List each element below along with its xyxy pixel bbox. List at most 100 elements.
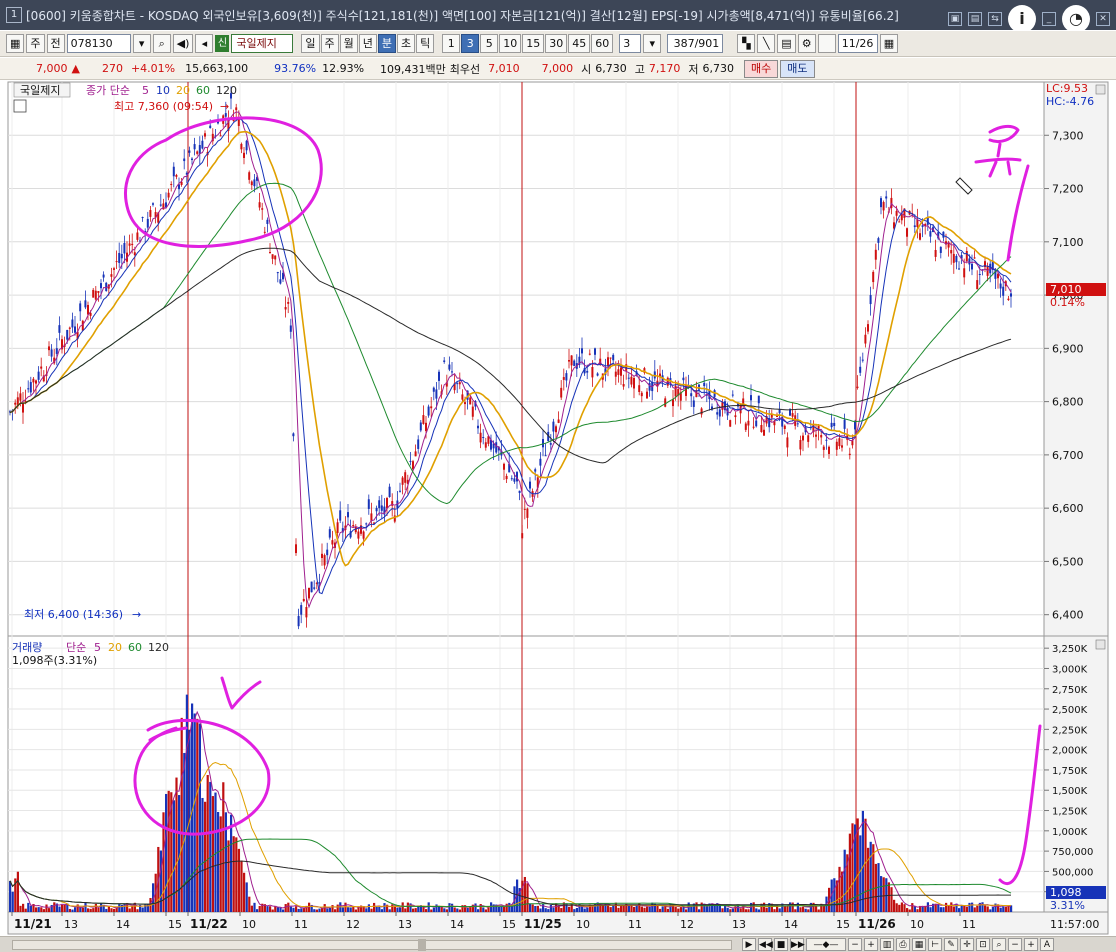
chevron-down-icon[interactable]: ▾: [132, 34, 151, 53]
indicator-icon[interactable]: ▚: [737, 34, 756, 53]
layout-icon[interactable]: ▤: [968, 12, 982, 26]
speaker-icon[interactable]: ◀): [172, 34, 194, 53]
volume-bar: [737, 905, 740, 912]
text-icon[interactable]: A: [1040, 938, 1054, 951]
info-icon[interactable]: i: [1008, 5, 1036, 33]
minimize-icon[interactable]: _: [1042, 12, 1056, 26]
zoom-slider[interactable]: —◆—: [806, 938, 846, 951]
period-button-1[interactable]: 주: [320, 34, 339, 53]
volume-bar: [755, 908, 758, 912]
buy-button[interactable]: 매수: [744, 59, 779, 78]
print-icon[interactable]: ⎙: [896, 938, 910, 951]
candle-body: [74, 326, 76, 333]
price-panel[interactable]: [7, 81, 1045, 637]
volume-bar: [141, 907, 144, 912]
candle-body: [258, 202, 261, 208]
candle-body: [955, 255, 958, 263]
interval-button-3[interactable]: 3: [461, 34, 480, 53]
clock-icon[interactable]: ◔: [1062, 5, 1090, 33]
period-button-3[interactable]: 년: [358, 34, 377, 53]
time-tick-label: 11/21: [14, 917, 52, 931]
pin-icon[interactable]: ▣: [948, 12, 962, 26]
period-button-4[interactable]: 분: [377, 34, 397, 53]
data-table-icon[interactable]: [13, 99, 27, 113]
volume-bar: [627, 905, 630, 912]
interval-button-5[interactable]: 5: [480, 34, 499, 53]
lock-icon[interactable]: ⊡: [976, 938, 990, 951]
volume-bar: [466, 907, 469, 912]
period-button-2[interactable]: 월: [339, 34, 358, 53]
layout-icon-bottom[interactable]: ▥: [880, 938, 894, 951]
interval-button-10[interactable]: 10: [499, 34, 522, 53]
scroll-thumb[interactable]: [418, 939, 426, 951]
link-icon[interactable]: ⇆: [988, 12, 1002, 26]
settings-icon[interactable]: ⚙: [797, 34, 816, 53]
volume-bar: [963, 905, 966, 912]
chart-area[interactable]: 7,3007,2007,1007,0006,9006,8006,7006,600…: [0, 80, 1116, 936]
interval-button-30[interactable]: 30: [545, 34, 568, 53]
trade-volume: 15,663,100: [185, 62, 249, 75]
zoom-out-icon[interactable]: −: [848, 938, 862, 951]
candle-body: [362, 531, 365, 539]
candle-body: [22, 402, 24, 413]
date-checkbox[interactable]: [817, 34, 836, 53]
draw-tool-icon[interactable]: ╲: [757, 34, 776, 53]
crosshair-icon[interactable]: ✛: [960, 938, 974, 951]
volume-bar: [326, 908, 329, 912]
interval-button-15[interactable]: 15: [522, 34, 545, 53]
ruler-icon[interactable]: ⊢: [928, 938, 942, 951]
play-icon[interactable]: ▶: [742, 938, 756, 951]
stock-name-field[interactable]: 국일제지: [231, 34, 294, 53]
candle-body: [261, 208, 264, 210]
sell-button[interactable]: 매도: [780, 59, 815, 78]
interval-dropdown-icon[interactable]: ▾: [643, 34, 662, 53]
arrow-left-icon[interactable]: ◂: [195, 34, 214, 53]
plus-icon[interactable]: +: [1024, 938, 1038, 951]
best-ask-price: 7,010: [488, 62, 520, 75]
market-select[interactable]: 주: [26, 34, 45, 53]
volume-bar: [695, 902, 698, 912]
chart-svg[interactable]: 7,3007,2007,1007,0006,9006,8006,7006,600…: [0, 80, 1116, 936]
grid-menu-icon[interactable]: ▦: [6, 34, 25, 53]
volume-bar: [661, 906, 664, 912]
interval-value[interactable]: 3: [619, 34, 642, 53]
volume-bar: [677, 908, 680, 912]
interval-button-60[interactable]: 60: [591, 34, 614, 53]
interval-button-45[interactable]: 45: [568, 34, 591, 53]
minus-icon[interactable]: −: [1008, 938, 1022, 951]
close-icon[interactable]: ✕: [1096, 12, 1110, 26]
window-number-icon[interactable]: 1: [6, 7, 22, 23]
magnifier-icon[interactable]: ⌕: [992, 938, 1006, 951]
candle-body: [471, 406, 474, 417]
volume-bar: [279, 907, 282, 912]
stock-code-input[interactable]: 078130: [66, 34, 131, 53]
panel-close-icon[interactable]: [1095, 639, 1106, 650]
period-button-6[interactable]: 틱: [416, 34, 435, 53]
volume-bar: [583, 908, 586, 912]
rewind-icon[interactable]: ◀◀: [758, 938, 773, 951]
candle-body: [113, 268, 115, 270]
grid-icon[interactable]: ▦: [912, 938, 926, 951]
period-all-button[interactable]: 전: [46, 34, 65, 53]
stop-icon[interactable]: ■: [774, 938, 788, 951]
volume-bar: [968, 902, 971, 912]
candle-body: [968, 258, 971, 265]
stock-tag-label[interactable]: 국일제지: [20, 83, 60, 97]
tools-icon[interactable]: ✎: [944, 938, 958, 951]
period-button-0[interactable]: 일: [301, 34, 320, 53]
calendar-icon[interactable]: ▦: [879, 34, 899, 53]
panel-resize-icon[interactable]: [1095, 84, 1106, 95]
candle-body: [731, 394, 734, 396]
date-input[interactable]: 11/26: [837, 34, 878, 53]
zoom-in-icon[interactable]: +: [864, 938, 878, 951]
search-icon[interactable]: ⌕: [152, 34, 171, 53]
candle-body: [544, 455, 547, 457]
interval-button-1[interactable]: 1: [442, 34, 461, 53]
volume-bar: [469, 906, 472, 912]
period-button-5[interactable]: 초: [397, 34, 416, 53]
candle-body: [27, 388, 30, 390]
fast-forward-icon[interactable]: ▶▶: [790, 938, 805, 951]
horizontal-scrollbar[interactable]: [12, 940, 732, 950]
candle-body: [627, 377, 630, 379]
save-icon[interactable]: ▤: [777, 34, 796, 53]
